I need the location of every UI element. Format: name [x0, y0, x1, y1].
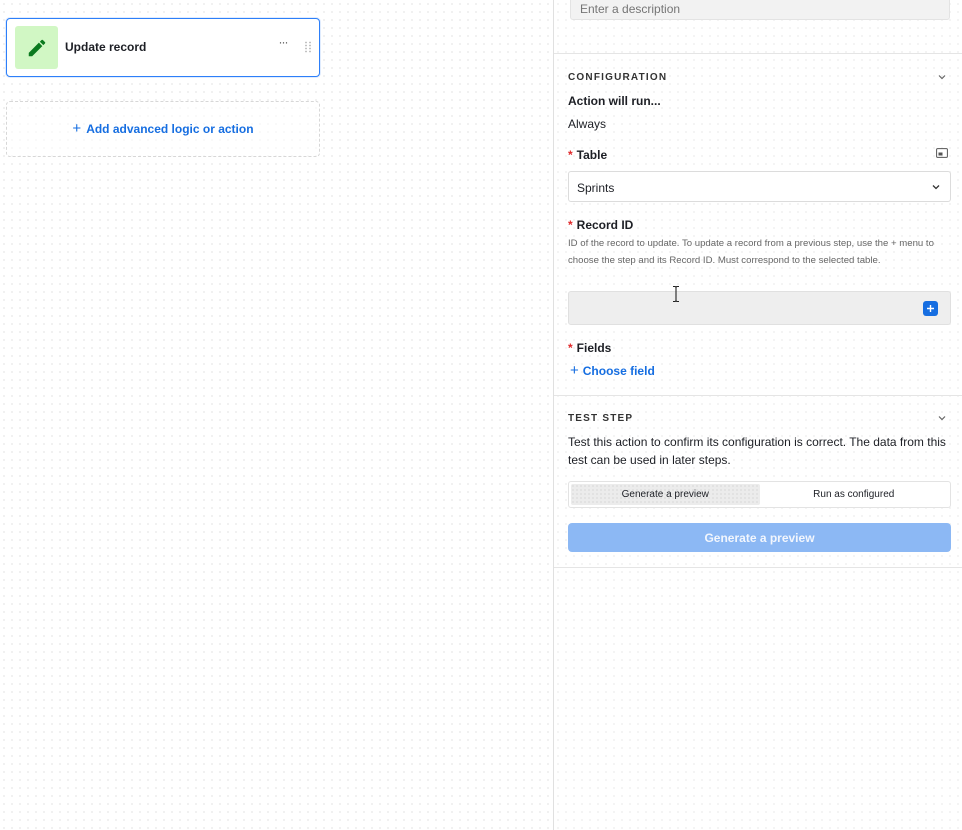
expand-icon[interactable]: [936, 148, 948, 158]
add-advanced-logic-button[interactable]: + Add advanced logic or action: [6, 101, 320, 157]
required-asterisk: *: [568, 341, 573, 355]
test-step-description: Test this action to confirm its configur…: [568, 435, 946, 467]
plus-square-icon[interactable]: [923, 301, 938, 316]
required-asterisk: *: [568, 148, 573, 162]
test-step-header: TEST STEP: [568, 413, 634, 424]
drag-handle-icon[interactable]: [303, 40, 313, 54]
segment-run-as-configured[interactable]: Run as configured: [760, 484, 949, 505]
divider: [554, 567, 962, 568]
plus-icon: +: [570, 362, 579, 379]
divider: [554, 395, 962, 396]
segment-generate-preview[interactable]: Generate a preview: [571, 484, 760, 505]
step-config-panel: CONFIGURATION Action will run... Always …: [553, 0, 962, 830]
table-label-text: Table: [576, 148, 608, 162]
pencil-icon: [28, 39, 45, 56]
chevron-down-icon: [932, 185, 940, 190]
action-condition-value: Always: [568, 117, 607, 131]
table-select-value: Sprints: [577, 181, 615, 195]
configuration-header: CONFIGURATION: [568, 72, 668, 83]
add-advanced-logic-label: Add advanced logic or action: [86, 122, 254, 136]
chevron-down-icon[interactable]: [936, 412, 948, 424]
choose-field-label: Choose field: [582, 364, 655, 378]
choose-field-button[interactable]: + Choose field: [570, 362, 655, 379]
divider: [554, 53, 962, 54]
table-field-label: * Table: [568, 148, 607, 162]
fields-field-label: * Fields: [568, 341, 611, 355]
description-input[interactable]: [570, 0, 950, 20]
action-will-run-label: Action will run...: [568, 94, 661, 108]
plus-icon: +: [72, 120, 82, 137]
record-id-input[interactable]: [568, 291, 951, 325]
record-id-label-text: Record ID: [576, 218, 634, 232]
update-record-step-card[interactable]: Update record ···: [6, 18, 320, 77]
step-icon-container: [15, 26, 58, 69]
step-title: Update record: [65, 40, 147, 54]
ellipsis-icon[interactable]: ···: [275, 36, 291, 52]
record-id-field-label: * Record ID: [568, 218, 633, 232]
test-mode-segmented-control: Generate a preview Run as configured: [568, 481, 951, 508]
generate-preview-button[interactable]: Generate a preview: [568, 523, 951, 552]
automation-canvas: Update record ··· + Add advanced logic o…: [0, 0, 553, 830]
plus-icon: [927, 305, 934, 312]
chevron-down-icon[interactable]: [936, 71, 948, 83]
required-asterisk: *: [568, 218, 573, 232]
text-cursor-icon: [673, 285, 679, 303]
fields-label-text: Fields: [576, 341, 612, 355]
record-id-help-text: ID of the record to update. To update a …: [568, 238, 934, 266]
table-select[interactable]: Sprints: [568, 171, 951, 202]
